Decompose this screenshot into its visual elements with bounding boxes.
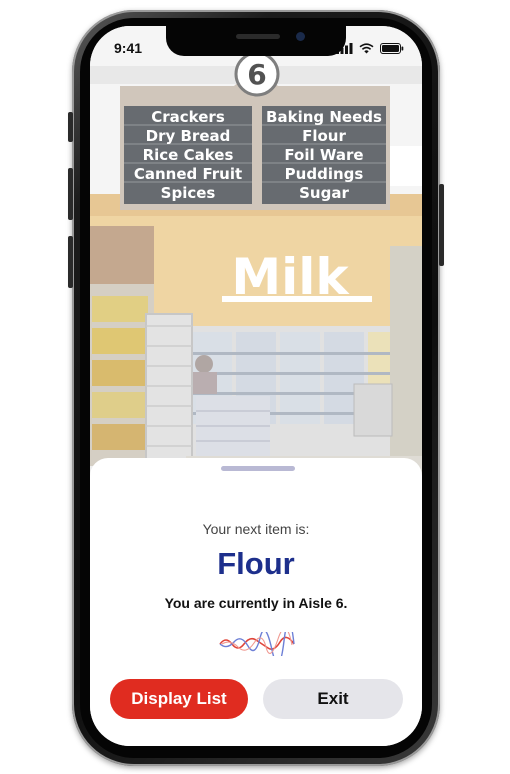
battery-icon [380,41,404,59]
front-camera [296,32,305,41]
status-time: 9:41 [114,40,143,56]
next-item-sheet: Your next item is: Flour You are current… [90,458,422,746]
current-aisle-text: You are currently in Aisle 6. [164,595,348,611]
store-aisle-photo: Milk 6 Crackers Dry Bread Rice Cakes Can… [90,26,422,486]
power-button [439,184,444,266]
exit-button[interactable]: Exit [263,679,403,719]
sheet-drag-handle[interactable] [221,466,295,471]
phone-notch [166,26,346,56]
silent-switch [68,112,73,142]
phone-screen: Milk 6 Crackers Dry Bread Rice Cakes Can… [90,26,422,746]
wifi-icon [359,41,374,59]
display-list-button[interactable]: Display List [110,679,248,719]
speaker-grille [236,34,280,39]
next-item-prompt: Your next item is: [202,521,310,537]
volume-down-button [68,236,73,288]
next-item-name: Flour [217,546,295,581]
volume-up-button [68,168,73,220]
voice-wave-icon [218,620,296,665]
